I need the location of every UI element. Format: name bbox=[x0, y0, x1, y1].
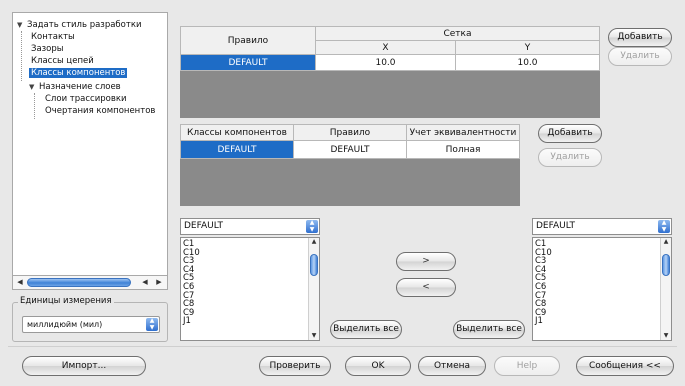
list-item[interactable]: C7 bbox=[533, 291, 671, 301]
list-item[interactable]: C5 bbox=[533, 274, 671, 283]
right-component-list[interactable]: C1 C10 C3 C4 C5 C6 C7 C8 C9 J1 ▲ ▼ bbox=[532, 237, 672, 341]
design-style-tree[interactable]: ▼ Задать стиль разработки Контакты Зазоры… bbox=[12, 12, 168, 276]
units-select[interactable]: миллидюйм (мил) ▲ ▼ bbox=[22, 316, 160, 333]
class-cell-rule[interactable]: DEFAULT bbox=[293, 140, 407, 159]
scroll-left-arrow-icon[interactable]: ◀ bbox=[139, 277, 151, 288]
list-item[interactable]: C3 bbox=[181, 257, 319, 266]
list-item[interactable]: C10 bbox=[181, 248, 319, 258]
left-component-list[interactable]: C1 C10 C3 C4 C5 C6 C7 C8 C9 J1 ▲ ▼ bbox=[180, 237, 320, 341]
tree-item-routing-layers[interactable]: Слои трассировки bbox=[45, 93, 127, 105]
component-class-table-panel: Классы компонентов Правило Учет эквивале… bbox=[180, 124, 520, 206]
list-item[interactable]: C1 bbox=[181, 240, 319, 249]
footer-divider bbox=[8, 346, 677, 347]
updown-arrows-icon[interactable]: ▲ ▼ bbox=[146, 317, 158, 331]
select-all-right-button[interactable]: Выделить все bbox=[453, 320, 525, 339]
scroll-down-arrow-icon[interactable]: ▼ bbox=[309, 332, 319, 340]
grid-cell-rule[interactable]: DEFAULT bbox=[180, 54, 316, 71]
scroll-up-arrow-icon[interactable]: ▲ bbox=[661, 238, 671, 246]
move-right-button[interactable]: > bbox=[396, 252, 456, 271]
right-class-select-value: DEFAULT bbox=[536, 221, 575, 231]
list-item[interactable]: C6 bbox=[181, 283, 319, 292]
tree-item-component-outlines[interactable]: Очертания компонентов bbox=[45, 105, 155, 117]
collapse-triangle-icon[interactable]: ▼ bbox=[29, 81, 39, 93]
delete-class-button[interactable]: Удалить bbox=[538, 148, 602, 167]
grid-header-group[interactable]: Сетка bbox=[315, 26, 600, 41]
tree-item-clearances[interactable]: Зазоры bbox=[31, 43, 64, 55]
list-item[interactable]: C5 bbox=[181, 274, 319, 283]
tree-connector-line bbox=[21, 31, 22, 81]
table-row[interactable]: DEFAULT DEFAULT Полная bbox=[180, 140, 520, 159]
right-list-scrollbar[interactable]: ▲ ▼ bbox=[660, 238, 671, 340]
right-class-select[interactable]: DEFAULT ▲ ▼ bbox=[532, 218, 672, 235]
grid-cell-y[interactable]: 10.0 bbox=[455, 54, 600, 71]
scroll-right-arrow-icon[interactable]: ▶ bbox=[153, 277, 165, 288]
list-item[interactable]: C9 bbox=[181, 309, 319, 318]
scroll-thumb[interactable] bbox=[662, 254, 670, 276]
left-class-select[interactable]: DEFAULT ▲ ▼ bbox=[180, 218, 320, 235]
help-button[interactable]: Help bbox=[494, 356, 560, 376]
check-button[interactable]: Проверить bbox=[259, 356, 331, 376]
tree-horizontal-scrollbar[interactable]: ◀ ◀ ▶ bbox=[12, 276, 168, 290]
list-item[interactable]: C7 bbox=[181, 291, 319, 301]
scroll-thumb[interactable] bbox=[310, 254, 318, 276]
move-left-button[interactable]: < bbox=[396, 278, 456, 297]
updown-arrows-icon[interactable]: ▲ ▼ bbox=[306, 219, 318, 233]
scroll-left-arrow-icon[interactable]: ◀ bbox=[14, 277, 26, 288]
updown-arrows-icon[interactable]: ▲ ▼ bbox=[658, 219, 670, 233]
grid-table: Правило Сетка X Y DEFAULT 10.0 10.0 bbox=[180, 26, 600, 71]
grid-table-panel: Правило Сетка X Y DEFAULT 10.0 10.0 bbox=[180, 26, 600, 118]
messages-button[interactable]: Сообщения << bbox=[576, 356, 674, 376]
delete-grid-button[interactable]: Удалить bbox=[608, 47, 672, 66]
class-header-class[interactable]: Классы компонентов bbox=[180, 124, 294, 141]
units-select-value: миллидюйм (мил) bbox=[27, 320, 103, 329]
class-cell-class[interactable]: DEFAULT bbox=[180, 140, 294, 159]
list-item[interactable]: C4 bbox=[181, 266, 319, 275]
left-class-select-value: DEFAULT bbox=[184, 221, 223, 231]
left-list-scrollbar[interactable]: ▲ ▼ bbox=[308, 238, 319, 340]
tree-connector-line bbox=[34, 93, 35, 119]
list-item[interactable]: C1 bbox=[533, 240, 671, 249]
tree-item-net-classes[interactable]: Классы цепей bbox=[31, 55, 94, 67]
list-item[interactable]: C4 bbox=[533, 266, 671, 275]
grid-cell-x[interactable]: 10.0 bbox=[315, 54, 456, 71]
units-legend: Единицы измерения bbox=[18, 296, 114, 306]
cancel-button[interactable]: Отмена bbox=[418, 356, 486, 376]
grid-header-x[interactable]: X bbox=[315, 40, 456, 55]
class-header-equivalence[interactable]: Учет эквивалентности bbox=[406, 124, 520, 141]
add-class-button[interactable]: Добавить bbox=[538, 124, 602, 143]
tree-item-design-style[interactable]: ▼ Задать стиль разработки bbox=[17, 19, 141, 31]
scroll-up-arrow-icon[interactable]: ▲ bbox=[309, 238, 319, 246]
class-cell-equivalence[interactable]: Полная bbox=[406, 140, 520, 159]
select-all-left-button[interactable]: Выделить все bbox=[330, 320, 402, 339]
list-item[interactable]: J1 bbox=[533, 317, 671, 326]
scroll-thumb[interactable] bbox=[27, 278, 131, 287]
collapse-triangle-icon[interactable]: ▼ bbox=[17, 19, 27, 31]
list-item[interactable]: C9 bbox=[533, 309, 671, 318]
list-item[interactable]: C3 bbox=[533, 257, 671, 266]
add-grid-button[interactable]: Добавить bbox=[608, 28, 672, 47]
list-item[interactable]: J1 bbox=[181, 317, 319, 326]
class-header-rule[interactable]: Правило bbox=[293, 124, 407, 141]
list-item[interactable]: C8 bbox=[181, 300, 319, 309]
list-item[interactable]: C6 bbox=[533, 283, 671, 292]
tree-item-contacts[interactable]: Контакты bbox=[31, 31, 75, 43]
scroll-down-arrow-icon[interactable]: ▼ bbox=[661, 332, 671, 340]
import-button[interactable]: Импорт... bbox=[22, 356, 146, 376]
ok-button[interactable]: OK bbox=[345, 356, 411, 376]
list-item[interactable]: C8 bbox=[533, 300, 671, 309]
grid-header-y[interactable]: Y bbox=[455, 40, 600, 55]
tree-item-component-classes[interactable]: Классы компонентов bbox=[29, 67, 128, 79]
component-class-table: Классы компонентов Правило Учет эквивале… bbox=[180, 124, 520, 159]
tree-item-layer-assignment[interactable]: ▼ Назначение слоев bbox=[29, 81, 121, 93]
list-item[interactable]: C10 bbox=[533, 248, 671, 258]
grid-header-rule[interactable]: Правило bbox=[180, 26, 316, 55]
table-row[interactable]: DEFAULT 10.0 10.0 bbox=[180, 54, 600, 71]
